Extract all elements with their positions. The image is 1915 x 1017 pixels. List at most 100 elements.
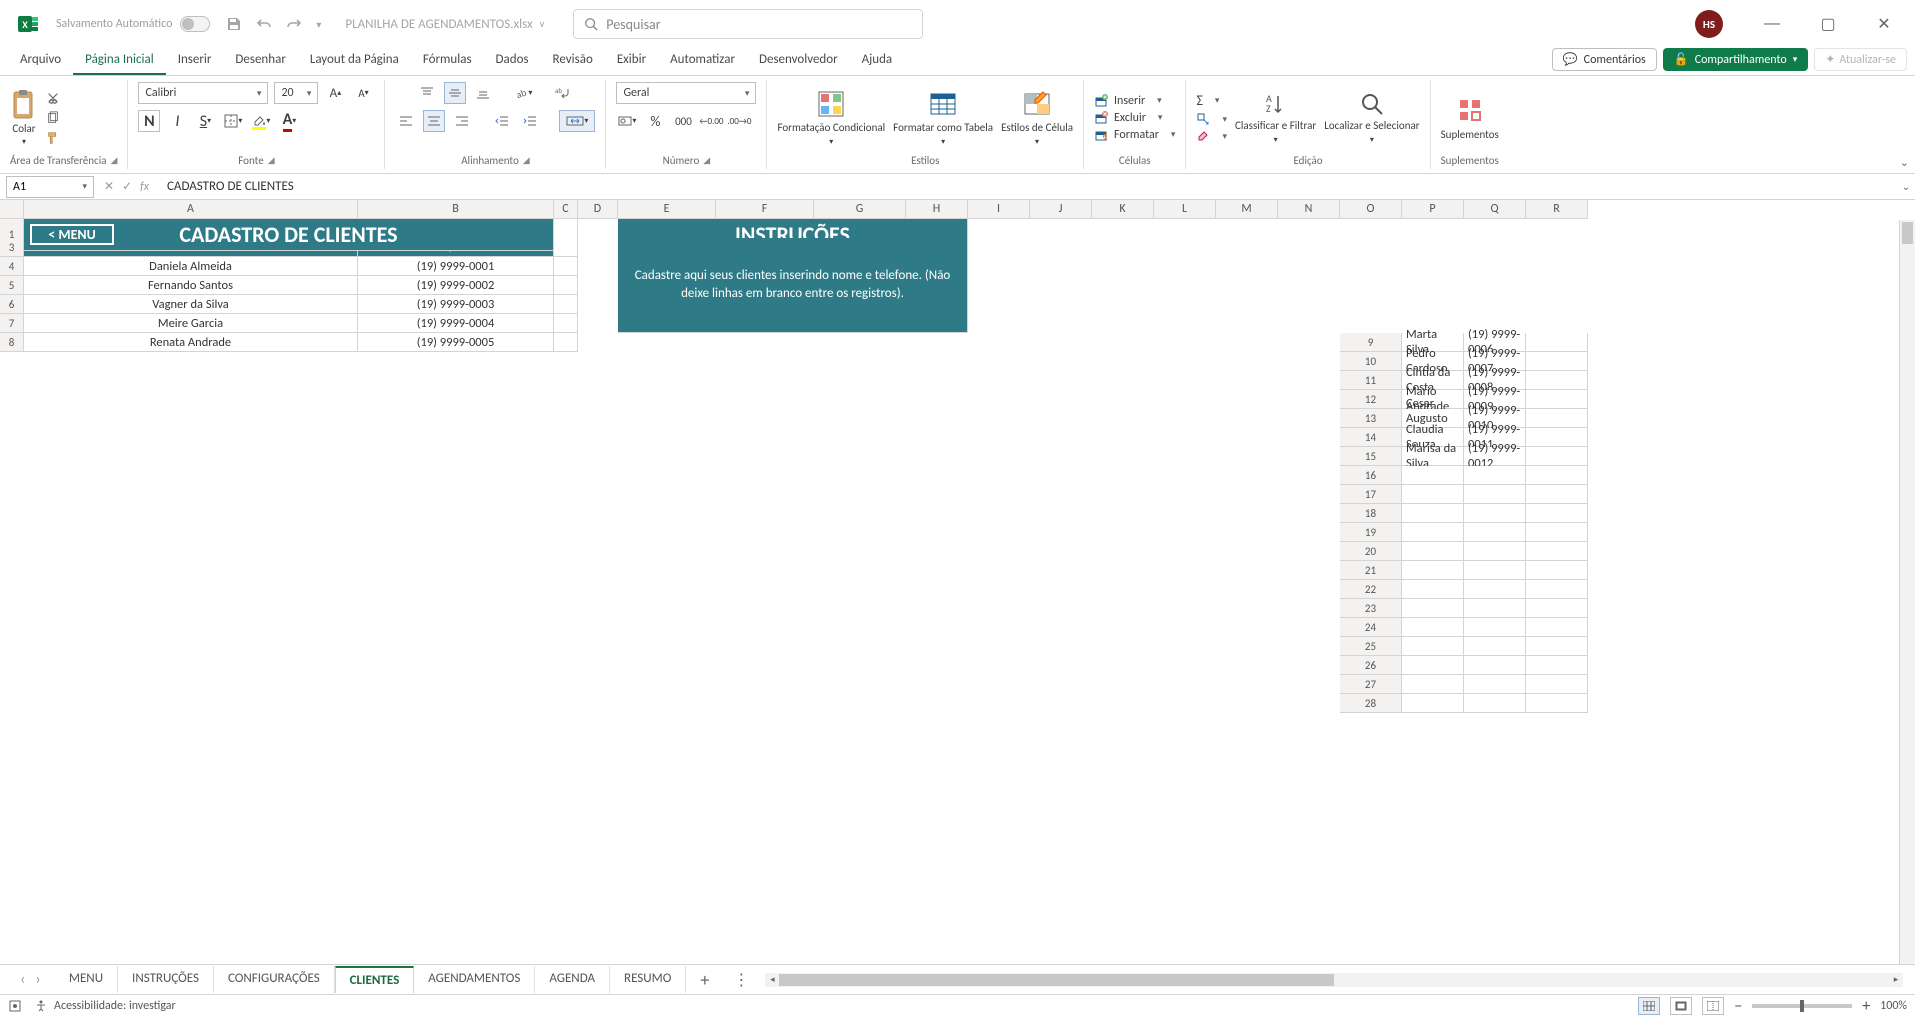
cell-I24[interactable]: [618, 637, 716, 656]
cell-P9[interactable]: [1154, 352, 1216, 371]
cell-O21[interactable]: [1092, 580, 1154, 599]
column-header-L[interactable]: L: [1154, 200, 1216, 219]
cell-F18[interactable]: [358, 523, 554, 542]
cell-phone-6[interactable]: (19) 9999-0003: [358, 295, 554, 314]
cell-N4[interactable]: [1278, 257, 1340, 276]
cell-E15[interactable]: [24, 466, 358, 485]
cell-P19[interactable]: [1154, 542, 1216, 561]
cell-I26[interactable]: [618, 675, 716, 694]
cell-A28[interactable]: [1402, 694, 1464, 713]
cell-M20[interactable]: [968, 561, 1030, 580]
cell-C21[interactable]: [1526, 561, 1588, 580]
cell-D13[interactable]: [0, 428, 24, 447]
select-all-button[interactable]: [0, 200, 24, 219]
cell-G18[interactable]: [554, 523, 578, 542]
align-center-icon[interactable]: [423, 110, 445, 132]
cell-R4[interactable]: [1526, 257, 1588, 276]
cell-N22[interactable]: [1030, 599, 1092, 618]
cell-K6[interactable]: [1092, 295, 1154, 314]
cell-O13[interactable]: [1092, 428, 1154, 447]
cell-I21[interactable]: [618, 580, 716, 599]
font-name-combo[interactable]: Calibri▾: [138, 82, 268, 104]
cell-I4[interactable]: [968, 257, 1030, 276]
cell-K15[interactable]: [814, 466, 906, 485]
row-header-11[interactable]: 11: [1340, 371, 1402, 390]
cell-D24[interactable]: [0, 637, 24, 656]
cell-J19[interactable]: [716, 542, 814, 561]
cell-H15[interactable]: [578, 466, 618, 485]
cell-F19[interactable]: [358, 542, 554, 561]
cell-O20[interactable]: [1092, 561, 1154, 580]
cell-B24[interactable]: [1464, 618, 1526, 637]
cell-N3[interactable]: [1278, 238, 1340, 257]
cell-K16[interactable]: [814, 485, 906, 504]
row-header-15[interactable]: 15: [1340, 447, 1402, 466]
formula-input[interactable]: [159, 179, 1897, 194]
cell-styles-button[interactable]: Estilos de Célula▾: [1001, 88, 1073, 146]
cell-K7[interactable]: [1092, 314, 1154, 333]
ribbon-tab-exibir[interactable]: Exibir: [605, 48, 658, 75]
cell-L19[interactable]: [906, 542, 968, 561]
cell-C24[interactable]: [1526, 618, 1588, 637]
scroll-right-icon[interactable]: ▸: [1889, 974, 1903, 985]
cell-M16[interactable]: [968, 485, 1030, 504]
cell-G19[interactable]: [554, 542, 578, 561]
ribbon-tab-desenhar[interactable]: Desenhar: [223, 48, 297, 75]
row-header-17[interactable]: 17: [1340, 485, 1402, 504]
number-format-combo[interactable]: Geral▾: [616, 82, 756, 104]
cell-D6[interactable]: [578, 295, 618, 314]
cell-N7[interactable]: [1278, 314, 1340, 333]
cell-I6[interactable]: [968, 295, 1030, 314]
ribbon-tab-página-inicial[interactable]: Página Inicial: [73, 48, 166, 75]
cell-C9[interactable]: [1526, 333, 1588, 352]
cell-R3[interactable]: [1526, 238, 1588, 257]
cell-P10[interactable]: [1154, 371, 1216, 390]
cell-L3[interactable]: [1154, 238, 1216, 257]
cell-K3[interactable]: [1092, 238, 1154, 257]
cell-E26[interactable]: [24, 675, 358, 694]
cell-L6[interactable]: [1154, 295, 1216, 314]
cell-D28[interactable]: [0, 713, 24, 732]
cell-G28[interactable]: [554, 713, 578, 732]
cell-P28[interactable]: [1154, 713, 1216, 732]
cell-L15[interactable]: [906, 466, 968, 485]
cell-K8[interactable]: [814, 333, 906, 352]
cell-P8[interactable]: [1154, 333, 1216, 352]
cell-I20[interactable]: [618, 561, 716, 580]
percent-icon[interactable]: %: [644, 110, 666, 132]
cell-R10[interactable]: [1278, 371, 1340, 390]
borders-button[interactable]: ▾: [222, 110, 244, 132]
format-cells-button[interactable]: Formatar▾: [1094, 128, 1175, 142]
cell-I23[interactable]: [618, 618, 716, 637]
cell-E27[interactable]: [24, 694, 358, 713]
accessibility-status[interactable]: Acessibilidade: investigar: [54, 999, 176, 1013]
cell-L8[interactable]: [906, 333, 968, 352]
cell-N27[interactable]: [1030, 694, 1092, 713]
cell-H23[interactable]: [578, 618, 618, 637]
cell-A26[interactable]: [1402, 656, 1464, 675]
cell-N18[interactable]: [1030, 523, 1092, 542]
cell-E23[interactable]: [24, 618, 358, 637]
cell-K17[interactable]: [814, 504, 906, 523]
cell-G14[interactable]: [554, 447, 578, 466]
cell-E12[interactable]: [24, 409, 358, 428]
cell-A25[interactable]: [1402, 637, 1464, 656]
cell-H11[interactable]: [578, 390, 618, 409]
cell-O15[interactable]: [1092, 466, 1154, 485]
cell-D27[interactable]: [0, 694, 24, 713]
cell-B17[interactable]: [1464, 485, 1526, 504]
cell-G17[interactable]: [554, 504, 578, 523]
cell-M17[interactable]: [968, 504, 1030, 523]
cell-M24[interactable]: [968, 637, 1030, 656]
cell-N9[interactable]: [1030, 352, 1092, 371]
row-header-9[interactable]: 9: [1340, 333, 1402, 352]
cell-Q15[interactable]: [1216, 466, 1278, 485]
sheet-tab-instruções[interactable]: INSTRUÇÕES: [118, 966, 214, 993]
cell-name-15[interactable]: Marisa da Silva: [1402, 447, 1464, 466]
cell-C10[interactable]: [1526, 352, 1588, 371]
cell-A17[interactable]: [1402, 485, 1464, 504]
bold-button[interactable]: N: [138, 110, 160, 132]
cell-I15[interactable]: [618, 466, 716, 485]
cell-L28[interactable]: [906, 713, 968, 732]
cell-F23[interactable]: [358, 618, 554, 637]
